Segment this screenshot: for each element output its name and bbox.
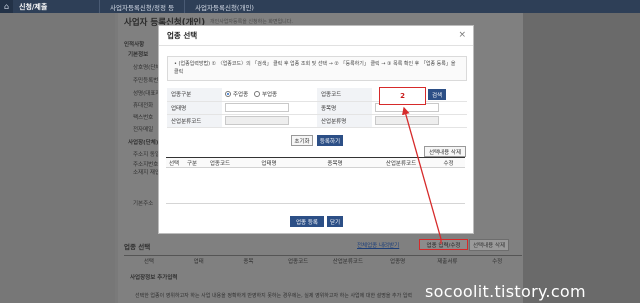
col-business-type: 업태 [193, 258, 204, 265]
close-dialog-button[interactable]: 닫기 [327, 216, 343, 227]
menu-title[interactable]: 신청/제출 [19, 2, 99, 12]
col-code: 업종코드 [288, 258, 309, 265]
section-joint: 사업장정보 추가입력 [130, 275, 178, 281]
industry-name-label: 산업분류명 [317, 114, 372, 128]
radio-sub-label: 부업종 [261, 91, 278, 98]
code-label: 업종코드 [317, 88, 372, 102]
res-col-code: 업종코드 [202, 157, 238, 168]
code-input-button[interactable]: 업종 입력/수정 [419, 239, 468, 250]
section-business-type: 업종 선택 [124, 243, 151, 251]
res-col-select: 선택 [166, 157, 182, 168]
right-margin [523, 13, 640, 303]
register-button[interactable]: 등록하기 [317, 135, 343, 146]
res-col-item: 종목명 [300, 157, 370, 168]
instruction-notice: • (업종입력방법) ① 〈업종코드〉의 「검색」 클릭 후 업종 조회 및 선… [167, 56, 467, 81]
dialog-title: 업종 선택 [167, 31, 198, 40]
dialog-header: 업종 선택 × [159, 26, 473, 46]
home-icon[interactable]: ⌂ [0, 0, 13, 13]
label-email: 전자메일 [133, 127, 154, 133]
type-name-input[interactable] [225, 103, 289, 112]
section-personal: 인적사항 [124, 42, 145, 48]
radio-main-label: 주업종 [233, 91, 249, 98]
res-col-industry: 산업분류코드 [370, 157, 432, 168]
label-fax: 팩스번호 [133, 115, 154, 121]
close-icon[interactable]: × [458, 30, 466, 40]
label-mobile: 휴대전화 [133, 103, 154, 109]
watermark-text: socoolit.tistory.com [425, 282, 586, 301]
radio-sub[interactable]: 부업종 [253, 90, 278, 98]
col-edit: 수정 [492, 258, 503, 265]
top-navigation-bar: ⌂ 신청/제출 사업자등록신청/정정 등 사업자등록신청(개인) [0, 0, 640, 13]
label-base-address: 기본주소 [133, 201, 154, 207]
industry-code-label: 산업분류코드 [167, 114, 222, 128]
page-subtitle: 개인사업자등록을 신청하는 화면입니다. [210, 19, 293, 25]
modal-delete-selected-button[interactable]: 선택내용 삭제 [424, 146, 466, 157]
sidebar [0, 13, 115, 303]
res-col-type: 업태명 [238, 157, 300, 168]
col-select: 선택 [143, 258, 154, 265]
delete-selection-button[interactable]: 선택내용 삭제 [469, 239, 510, 251]
item-label: 종목명 [317, 101, 372, 115]
kind-radio-group: 주업종 부업종 [222, 88, 317, 102]
label-address-number: 주소지번호 [133, 162, 159, 168]
reset-button[interactable]: 초기화 [291, 135, 313, 146]
register-business-button[interactable]: 업종 등록 [290, 216, 324, 227]
res-col-edit: 수정 [432, 157, 465, 168]
radio-unchecked-icon[interactable] [253, 90, 260, 97]
result-body [166, 167, 465, 204]
radio-main[interactable]: 주업종 [225, 90, 248, 98]
col-item: 종목 [243, 258, 254, 265]
business-code-input[interactable]: 2 [379, 87, 426, 105]
col-name: 업종명 [390, 258, 406, 265]
type-label: 업태명 [167, 101, 222, 115]
industry-name-input [375, 116, 439, 125]
joint-note: 선택한 업종이 영위하고자 하는 사업 내용을 정확하게 반영하지 못하는 경우… [135, 293, 413, 299]
business-table-header: 선택 업태 종목 업종코드 산업분류코드 업종명 제출서류 수정 [124, 255, 522, 265]
kind-label: 업종구분 [167, 88, 222, 102]
breadcrumb-2[interactable]: 사업자등록신청(개인) [184, 0, 264, 13]
col-industry-code: 산업분류코드 [332, 258, 364, 265]
search-button[interactable]: 검색 [428, 89, 446, 100]
res-col-kind: 구분 [182, 157, 202, 168]
breadcrumb-1[interactable]: 사업자등록신청/정정 등 [99, 0, 184, 13]
radio-checked-icon[interactable] [225, 90, 231, 97]
link-all-codes[interactable]: 전체업종 내려받기 [357, 241, 399, 249]
section-basic: 기본정보 [128, 52, 149, 58]
industry-code-input [225, 116, 289, 125]
col-documents: 제출서류 [437, 258, 458, 265]
